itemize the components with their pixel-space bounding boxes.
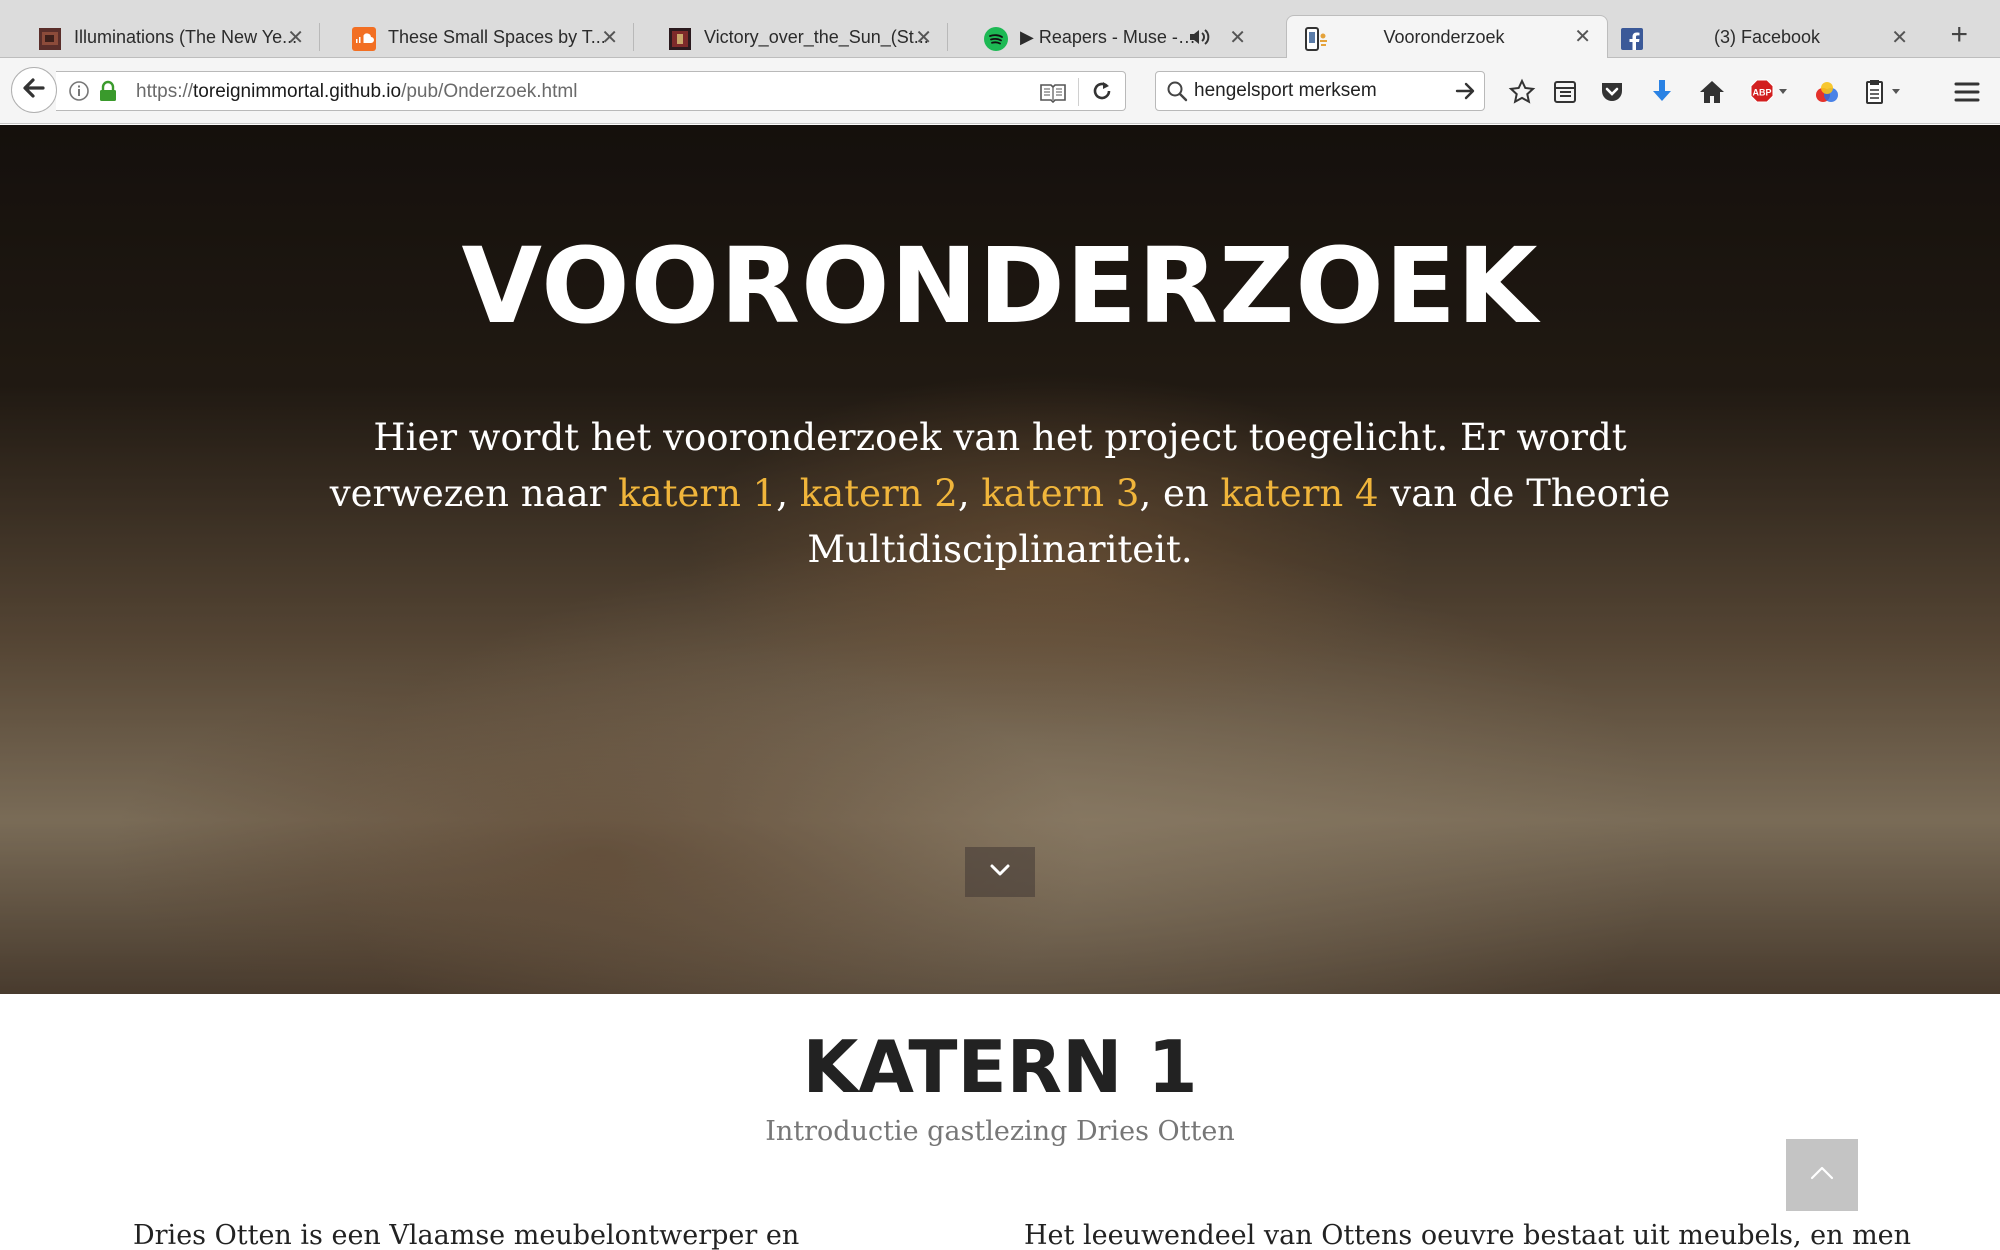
hero-lead-text: Hier wordt het vooronderzoek van het pro…: [300, 410, 1700, 578]
section-subtitle: Introductie gastlezing Dries Otten: [765, 1116, 1235, 1147]
download-arrow-icon[interactable]: [1647, 77, 1677, 107]
close-tab-icon[interactable]: ✕: [287, 25, 304, 50]
search-go-icon[interactable]: [1454, 80, 1476, 107]
link-katern-2[interactable]: katern 2: [800, 472, 958, 515]
tab-label: Vooronderzoek: [1383, 27, 1505, 47]
colorful-extension-icon[interactable]: [1812, 77, 1842, 107]
lead-separator: ,: [957, 472, 982, 515]
tab-spotify-reapers[interactable]: ▶ Reapers - Muse - S... ✕: [948, 17, 1262, 58]
back-button[interactable]: [11, 67, 57, 113]
bookmarks-menu-icon[interactable]: [1550, 77, 1580, 107]
url-prefix: https://: [136, 81, 194, 102]
hamburger-menu-icon[interactable]: [1952, 77, 1982, 107]
lead-separator: , en: [1139, 472, 1221, 515]
lead-separator: ,: [776, 472, 800, 515]
link-katern-1[interactable]: katern 1: [618, 472, 776, 515]
column-right-text: Het leeuwendeel van Ottens oeuvre bestaa…: [1024, 1220, 1912, 1250]
spotify-icon: [984, 27, 1008, 51]
site-favicon-icon: [1303, 27, 1327, 52]
url-text[interactable]: https://toreignimmortal.github.io/pub/On…: [136, 81, 577, 103]
tab-label: (3) Facebook: [1713, 27, 1821, 47]
speaker-icon[interactable]: [1188, 27, 1212, 52]
tab-label: ▶ Reapers - Muse - S...: [1020, 27, 1200, 47]
navigation-toolbar: https://toreignimmortal.github.io/pub/On…: [0, 58, 2000, 124]
search-bar[interactable]: [1155, 71, 1485, 111]
tab-vooronderzoek[interactable]: Vooronderzoek ✕: [1286, 15, 1608, 59]
artwork-favicon-icon: [38, 27, 62, 51]
url-host: toreignimmortal.github.io: [193, 81, 402, 102]
url-bar[interactable]: https://toreignimmortal.github.io/pub/On…: [56, 71, 1126, 111]
hero-banner: VOORONDERZOEK Hier wordt het vooronderzo…: [0, 125, 2000, 994]
page-title: VOORONDERZOEK: [461, 225, 1539, 347]
close-tab-icon[interactable]: ✕: [1574, 24, 1591, 49]
section-title: KATERN 1: [802, 1025, 1198, 1109]
tab-label: Illuminations (The New Ye...: [74, 27, 298, 47]
reader-view-icon[interactable]: [1039, 81, 1067, 108]
tab-soundcloud[interactable]: These Small Spaces by T... ✕: [320, 17, 634, 58]
search-icon: [1166, 80, 1188, 107]
clipboard-extension-icon[interactable]: [1860, 77, 1908, 107]
pocket-icon[interactable]: [1597, 77, 1627, 107]
reload-icon[interactable]: [1091, 80, 1113, 107]
tab-strip: Illuminations (The New Ye... ✕ These Sma…: [0, 0, 2000, 59]
link-katern-4[interactable]: katern 4: [1220, 472, 1378, 515]
back-to-top-button[interactable]: [1786, 1139, 1858, 1211]
tab-facebook[interactable]: (3) Facebook ✕: [1610, 17, 1924, 58]
chevron-up-icon: [1808, 1164, 1836, 1187]
url-bar-divider: [1078, 78, 1079, 106]
tab-illuminations[interactable]: Illuminations (The New Ye... ✕: [6, 17, 320, 58]
new-tab-button[interactable]: +: [1950, 20, 1968, 50]
secure-lock-icon[interactable]: [98, 80, 118, 107]
close-tab-icon[interactable]: ✕: [915, 25, 932, 50]
link-katern-3[interactable]: katern 3: [981, 472, 1139, 515]
chevron-down-icon: [988, 862, 1012, 883]
close-tab-icon[interactable]: ✕: [1229, 25, 1246, 50]
soundcloud-icon: [352, 27, 376, 51]
facebook-icon: [1620, 27, 1644, 51]
home-icon[interactable]: [1697, 77, 1727, 107]
adblock-plus-icon[interactable]: ABP: [1746, 77, 1794, 107]
back-arrow-icon: [21, 76, 47, 105]
tab-label: Victory_over_the_Sun_(St...: [704, 27, 929, 47]
tab-label: These Small Spaces by T...: [388, 27, 606, 47]
svg-text:ABP: ABP: [1752, 88, 1771, 98]
url-path: /pub/Onderzoek.html: [401, 81, 578, 102]
search-input[interactable]: [1194, 78, 1444, 104]
close-tab-icon[interactable]: ✕: [601, 25, 618, 50]
tab-victory-over-the-sun[interactable]: Victory_over_the_Sun_(St... ✕: [634, 17, 948, 58]
bookmark-star-icon[interactable]: [1507, 77, 1537, 107]
scroll-down-button[interactable]: [965, 847, 1035, 897]
column-left-text: Dries Otten is een Vlaamse meubelontwerp…: [133, 1220, 800, 1250]
artwork-favicon-icon: [668, 27, 692, 51]
close-tab-icon[interactable]: ✕: [1891, 25, 1908, 50]
info-icon[interactable]: [68, 80, 90, 107]
